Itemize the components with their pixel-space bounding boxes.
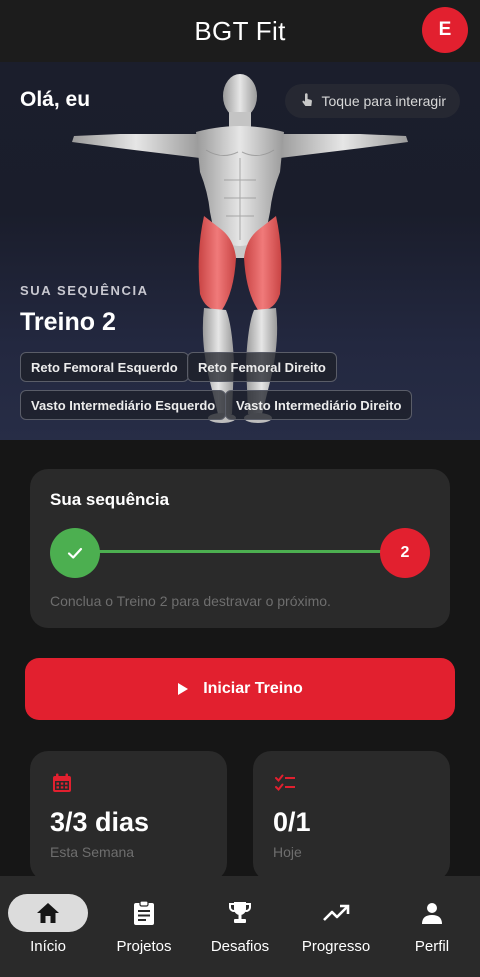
start-workout-label: Iniciar Treino [203,680,303,697]
checklist-icon [275,774,295,791]
nav-item-projects[interactable]: Projetos [96,876,192,977]
avatar[interactable]: E [422,7,468,53]
stat-card-today: 0/1 Hoje [253,751,450,881]
stat-today-value: 0/1 [273,807,311,837]
check-icon [67,547,83,559]
tap-hint-label: Toque para interagir [321,93,446,109]
nav-label-profile: Perfil [414,938,450,955]
muscle-chip[interactable]: Reto Femoral Direito [187,352,337,382]
start-workout-button[interactable]: Iniciar Treino [25,658,455,720]
muscle-chip[interactable]: Vasto Intermediário Esquerdo [20,390,227,420]
nav-label-projects: Projetos [116,938,172,955]
play-icon [178,683,189,695]
sequence-label: SUA SEQUÊNCIA [20,283,149,298]
muscle-chip[interactable]: Vasto Intermediário Direito [225,390,413,420]
app-title: BGT Fit [194,15,286,46]
sequence-progress-line [98,550,382,553]
stat-card-week: 3/3 dias Esta Semana [30,751,227,881]
nav-icon-container [104,894,184,932]
sequence-card: Sua sequência 2 Conclua o Treino 2 para … [30,469,450,628]
clipboard-icon [134,900,154,925]
nav-item-challenges[interactable]: Desafios [192,876,288,977]
body-model-figure[interactable] [0,62,480,440]
stat-week-value: 3/3 dias [50,807,150,837]
nav-icon-container [200,894,280,932]
stat-today-label: Hoje [273,844,302,860]
nav-label-home: Início [30,938,66,955]
bottom-navigation: Início Projetos Desafios Progresso Perfi… [0,876,480,977]
step-completed [50,528,100,578]
sequence-card-title: Sua sequência [50,490,170,509]
app-header: BGT Fit E [0,0,480,62]
trending-up-icon [323,904,350,921]
tap-to-interact-hint[interactable]: Toque para interagir [285,84,460,118]
trophy-icon [228,902,252,923]
nav-label-challenges: Desafios [210,938,270,955]
greeting: Olá, eu [20,88,91,111]
stat-week-label: Esta Semana [50,844,135,860]
sequence-hint: Conclua o Treino 2 para destravar o próx… [50,593,331,609]
person-icon [422,903,442,924]
nav-item-profile[interactable]: Perfil [384,876,480,977]
workout-name: Treino 2 [20,308,116,336]
muscle-chip[interactable]: Reto Femoral Esquerdo [20,352,189,382]
nav-item-progress[interactable]: Progresso [288,876,384,977]
touch-icon [299,92,315,111]
nav-icon-container [296,894,376,932]
nav-icon-container [392,894,472,932]
nav-item-home[interactable]: Início [0,876,96,977]
body-model-hero[interactable]: Olá, eu Toque para interagir SUA SEQUÊNC… [0,62,480,440]
nav-active-indicator [8,894,88,932]
home-icon [37,903,59,923]
nav-label-progress: Progresso [301,938,371,955]
step-current: 2 [380,528,430,578]
calendar-icon [53,773,71,792]
